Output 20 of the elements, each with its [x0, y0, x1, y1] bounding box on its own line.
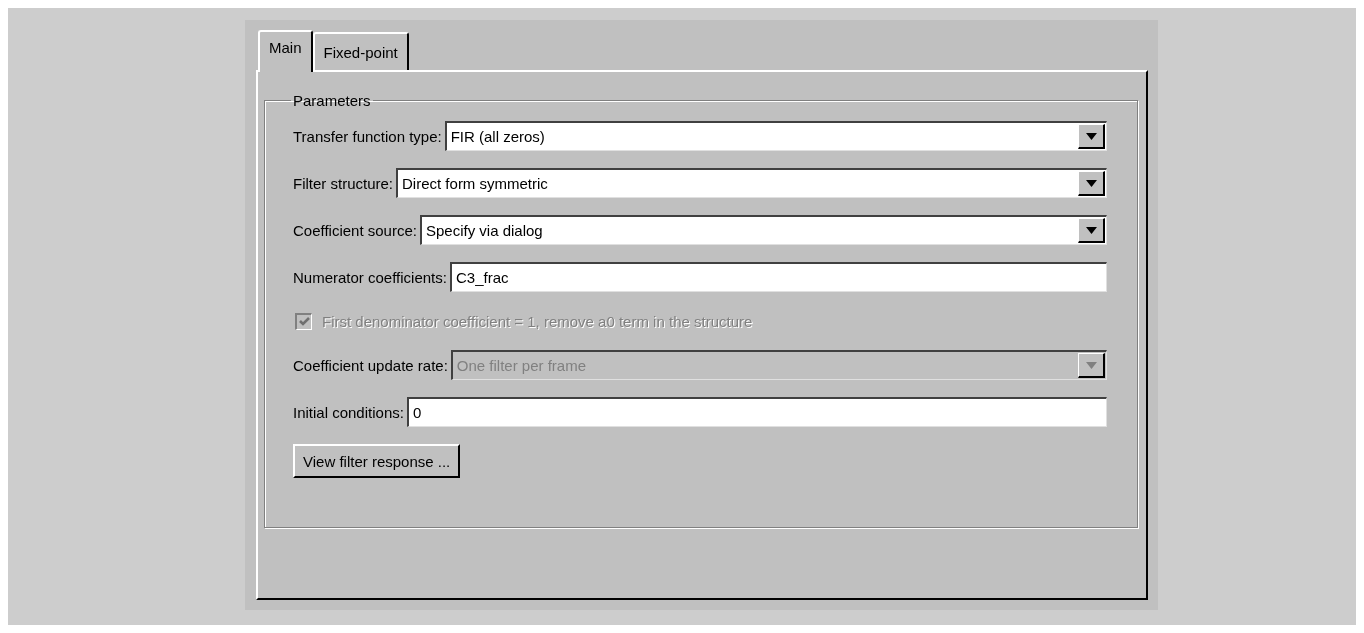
input-field[interactable]: C3_frac [449, 262, 1107, 292]
group-title: Parameters [292, 92, 372, 109]
caret-icon [1085, 361, 1097, 369]
dropdown[interactable]: Specify via dialog [419, 215, 1107, 245]
caret-icon [1085, 132, 1097, 140]
field-label: Transfer function type: [293, 127, 442, 145]
checkbox-label: First denominator coefficient = 1, remove a0 term in the structure [322, 312, 753, 330]
input-field[interactable]: 0 [406, 397, 1107, 427]
tab[interactable]: Main [258, 30, 313, 72]
field-label: Filter structure: [293, 174, 394, 192]
tab[interactable]: Fixed-point [312, 32, 409, 70]
field-label: Coefficient source: [293, 221, 417, 239]
field-label: Numerator coefficients: [293, 268, 447, 286]
caret-icon [1085, 179, 1097, 187]
field-label: Coefficient update rate: [293, 356, 448, 374]
dropdown[interactable]: FIR (all zeros) [444, 121, 1107, 151]
view-response-button[interactable]: View filter response ... [293, 444, 461, 478]
dropdown[interactable]: Direct form symmetric [396, 168, 1107, 198]
caret-icon [1085, 226, 1097, 234]
field-label: Initial conditions: [293, 403, 404, 421]
